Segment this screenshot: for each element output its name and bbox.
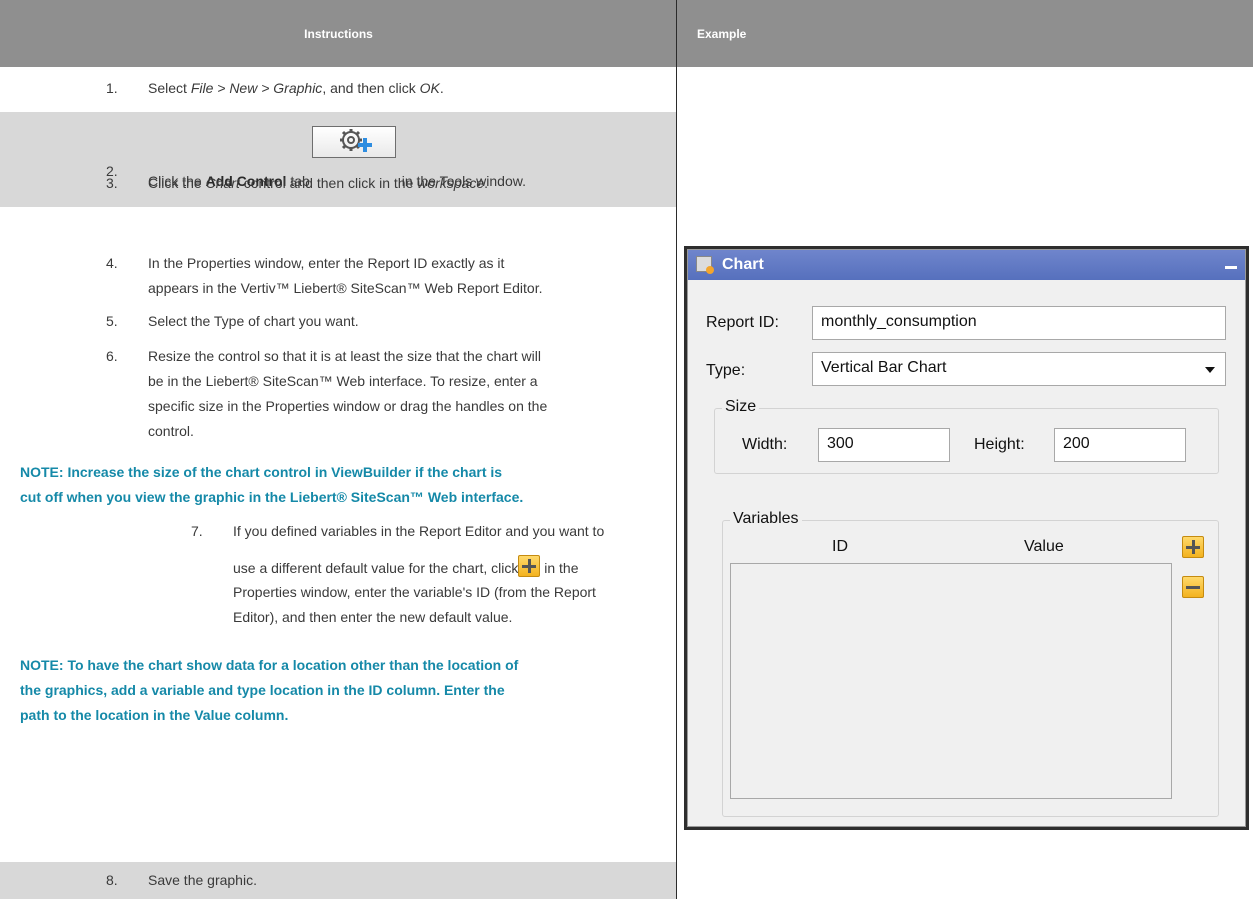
note-resize: NOTE: Increase the size of the chart con…: [20, 464, 524, 505]
instructions-cell: 1. Select File > New > Graphic, and then…: [0, 67, 677, 112]
width-input[interactable]: 300: [818, 428, 950, 462]
table-row: 8. Save the graphic.: [0, 862, 1253, 899]
type-label: Type:: [706, 362, 746, 379]
height-label: Height:: [974, 436, 1025, 453]
instructions-cell: 8. Save the graphic.: [0, 862, 677, 899]
add-control-tab-icon: [311, 126, 396, 158]
column-value-header: Value: [1024, 538, 1064, 555]
panel-title-bar: Chart: [688, 250, 1245, 280]
variables-group-label: Variables: [730, 510, 802, 528]
add-variable-icon: [518, 555, 541, 577]
instructions-cell: 4. In the Properties window, enter the R…: [0, 207, 677, 862]
size-group-label: Size: [722, 398, 760, 416]
example-cell: [677, 67, 1253, 112]
height-input[interactable]: 200: [1054, 428, 1186, 462]
note-location: NOTE: To have the chart show data for a …: [20, 657, 519, 723]
chart-control-icon: [696, 256, 714, 274]
type-select[interactable]: Vertical Bar Chart: [812, 352, 1226, 386]
minimize-icon[interactable]: [1225, 266, 1237, 269]
table-header: Instructions Example: [0, 0, 1253, 68]
chart-properties-panel: Chart Report ID: monthly_consumption Typ…: [684, 246, 1249, 830]
chevron-down-icon: [1205, 367, 1215, 373]
variables-list[interactable]: [730, 563, 1172, 799]
report-id-label: Report ID:: [706, 314, 779, 331]
example-cell: [677, 112, 1253, 207]
panel-title: Chart: [722, 256, 764, 273]
header-instructions: Instructions: [0, 0, 677, 67]
table-row: 2. Click the Add Control tab in the Tool…: [0, 112, 1253, 208]
table-row: 1. Select File > New > Graphic, and then…: [0, 67, 1253, 113]
report-id-input[interactable]: monthly_consumption: [812, 306, 1226, 340]
header-example: Example: [697, 27, 747, 41]
example-cell: [677, 862, 1253, 899]
width-label: Width:: [742, 436, 788, 453]
remove-variable-button[interactable]: [1182, 576, 1204, 598]
instructions-cell: 2. Click the Add Control tab in the Tool…: [0, 112, 677, 207]
column-id-header: ID: [832, 538, 848, 555]
add-variable-button[interactable]: [1182, 536, 1204, 558]
